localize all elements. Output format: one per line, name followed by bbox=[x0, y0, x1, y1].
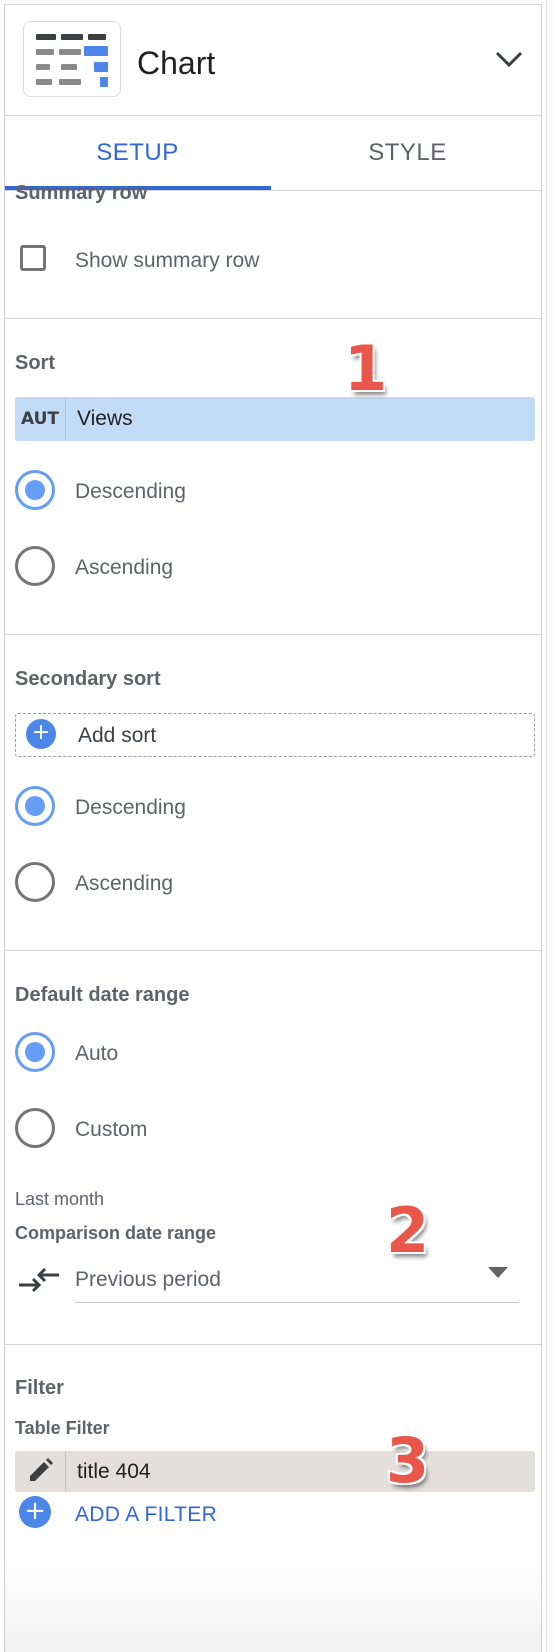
section-divider bbox=[5, 634, 541, 635]
add-filter-plus-icon[interactable]: + bbox=[19, 1496, 51, 1528]
sort-title: Sort bbox=[15, 352, 55, 374]
filter-chip[interactable]: title 404 bbox=[15, 1451, 535, 1492]
comparison-select-value[interactable]: Previous period bbox=[75, 1268, 221, 1292]
panel-header: Chart bbox=[5, 5, 541, 116]
sort-descending-radio[interactable] bbox=[15, 470, 55, 510]
section-divider bbox=[5, 318, 541, 319]
chart-type-title: Chart bbox=[137, 45, 216, 81]
comparison-date-range-title: Comparison date range bbox=[15, 1223, 217, 1243]
aggregation-tag[interactable]: AUT bbox=[15, 397, 66, 441]
date-auto-label: Auto bbox=[75, 1042, 119, 1065]
annotation-badge-2: 2 bbox=[386, 1194, 430, 1267]
date-range-title: Default date range bbox=[15, 984, 190, 1006]
add-filter-button[interactable]: ADD A FILTER bbox=[75, 1503, 217, 1527]
tab-style[interactable]: STYLE bbox=[275, 115, 540, 190]
date-custom-radio[interactable] bbox=[15, 1108, 55, 1148]
sort-ascending-label: Ascending bbox=[75, 556, 174, 579]
secondary-sort-title: Secondary sort bbox=[15, 668, 161, 690]
tab-setup[interactable]: SETUP bbox=[5, 115, 270, 190]
setup-style-tabs: SETUP STYLE bbox=[5, 115, 541, 191]
date-custom-label: Custom bbox=[75, 1118, 148, 1141]
summary-row-title: Summary row bbox=[15, 182, 148, 204]
section-divider bbox=[5, 1344, 541, 1345]
chevron-down-icon[interactable] bbox=[493, 47, 525, 71]
current-date-range: Last month bbox=[15, 1189, 105, 1209]
filter-name: title 404 bbox=[77, 1460, 151, 1483]
sort-ascending-radio[interactable] bbox=[15, 546, 55, 586]
sort-field-name: Views bbox=[77, 407, 133, 430]
pencil-icon[interactable] bbox=[15, 1451, 66, 1492]
chart-properties-panel: Chart SETUP STYLE Summary row Show summa… bbox=[4, 4, 542, 1652]
secondary-descending-radio[interactable] bbox=[15, 786, 55, 826]
add-sort-label: Add sort bbox=[78, 724, 157, 747]
annotation-badge-1: 1 bbox=[344, 332, 388, 405]
panel-bottom-fade bbox=[5, 1562, 541, 1652]
secondary-ascending-radio[interactable] bbox=[15, 862, 55, 902]
sort-field-chip[interactable]: AUT Views bbox=[15, 397, 535, 441]
compare-arrows-icon bbox=[19, 1267, 59, 1293]
dropdown-arrow-icon[interactable] bbox=[488, 1267, 508, 1278]
section-divider bbox=[5, 950, 541, 951]
table-chart-icon bbox=[23, 21, 121, 97]
plus-icon: + bbox=[26, 719, 56, 749]
filter-title: Filter bbox=[15, 1377, 64, 1399]
show-summary-row-checkbox[interactable] bbox=[20, 245, 46, 271]
show-summary-row-label: Show summary row bbox=[75, 249, 260, 272]
adjacent-panel-edge bbox=[546, 0, 554, 1652]
date-auto-radio[interactable] bbox=[15, 1032, 55, 1072]
secondary-ascending-label: Ascending bbox=[75, 872, 174, 895]
add-sort-button[interactable]: + Add sort bbox=[15, 713, 535, 757]
sort-descending-label: Descending bbox=[75, 480, 186, 503]
annotation-badge-3: 3 bbox=[386, 1424, 430, 1497]
comparison-select-underline bbox=[75, 1302, 519, 1303]
table-filter-title: Table Filter bbox=[15, 1418, 110, 1438]
secondary-descending-label: Descending bbox=[75, 796, 186, 819]
